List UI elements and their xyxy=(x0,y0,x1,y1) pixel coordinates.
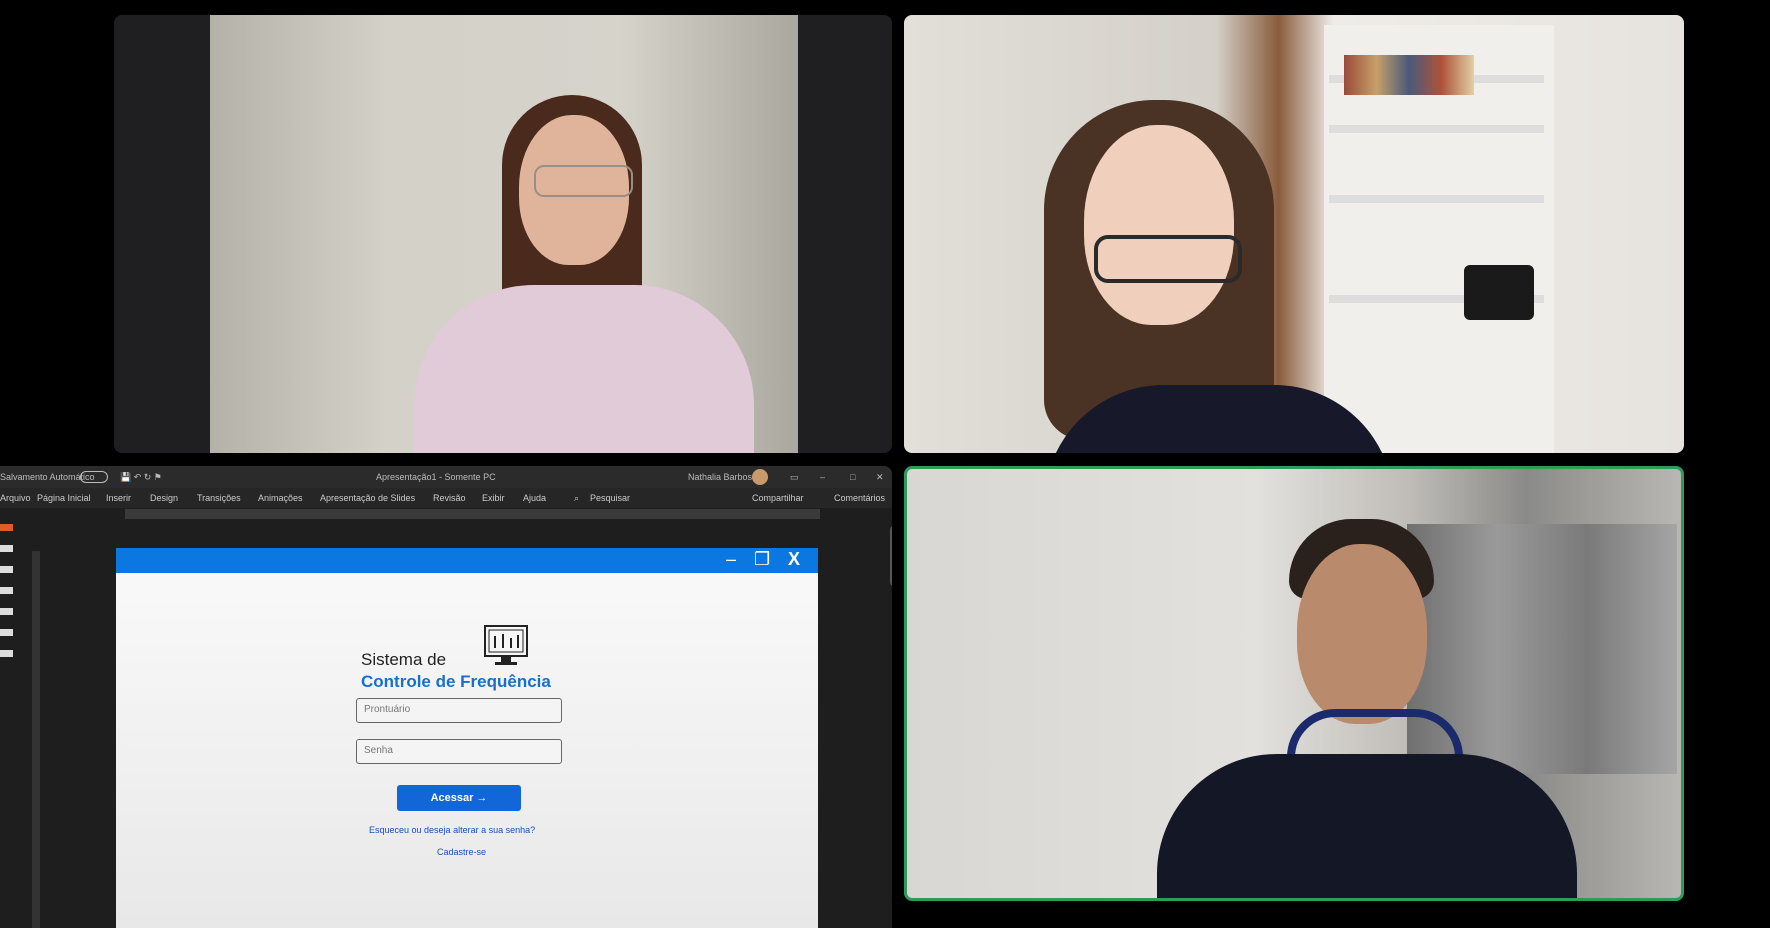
slide-thumbnails[interactable] xyxy=(0,524,14,671)
menu-item-pagina-inicial[interactable]: Página Inicial xyxy=(37,493,91,503)
screen-share-tile[interactable]: Salvamento Automático 💾 ↶ ↻ ⚑ Apresentaç… xyxy=(0,466,892,928)
prontuario-field[interactable]: Prontuário xyxy=(356,698,562,723)
video-tile-active-speaker[interactable] xyxy=(904,466,1684,901)
app-title-line1: Sistema de xyxy=(361,650,447,669)
close-icon[interactable]: ✕ xyxy=(876,472,884,483)
comments-button[interactable]: Comentários xyxy=(834,493,885,503)
menu-item-exibir[interactable]: Exibir xyxy=(482,493,505,503)
share-button[interactable]: Compartilhar xyxy=(752,493,804,503)
avatar[interactable] xyxy=(752,469,768,485)
document-title: Apresentação1 - Somente PC xyxy=(376,472,496,482)
powerpoint-titlebar: Salvamento Automático 💾 ↶ ↻ ⚑ Apresentaç… xyxy=(0,466,892,488)
search-label[interactable]: Pesquisar xyxy=(590,493,630,503)
login-app-mockup: – ❐ X Sistema de Controle de Frequência … xyxy=(116,548,818,928)
monitor-icon xyxy=(484,625,528,665)
menu-item-revisao[interactable]: Revisão xyxy=(433,493,466,503)
menu-item-inserir[interactable]: Inserir xyxy=(106,493,131,503)
maximize-icon[interactable]: ❐ xyxy=(754,549,770,570)
video-tile-participant-2[interactable] xyxy=(904,15,1684,453)
minimize-icon[interactable]: – xyxy=(820,472,825,482)
scrollbar[interactable] xyxy=(890,526,892,586)
user-name: Nathalia Barbosa xyxy=(688,472,758,482)
ribbon-menu: Arquivo Página Inicial Inserir Design Tr… xyxy=(0,488,892,508)
acessar-button[interactable]: Acessar → xyxy=(397,785,521,811)
close-icon[interactable]: X xyxy=(788,549,800,570)
menu-item-transicoes[interactable]: Transições xyxy=(197,493,241,503)
senha-field[interactable]: Senha xyxy=(356,739,562,764)
horizontal-ruler xyxy=(125,509,820,519)
menu-item-apresentacao[interactable]: Apresentação de Slides xyxy=(320,493,415,503)
signup-link[interactable]: Cadastre-se xyxy=(437,847,486,857)
video-tile-participant-1[interactable] xyxy=(114,15,892,453)
minimize-icon[interactable]: – xyxy=(726,549,736,570)
autosave-toggle[interactable] xyxy=(80,471,108,483)
maximize-icon[interactable]: □ xyxy=(850,472,855,482)
save-icon[interactable]: 💾 ↶ ↻ ⚑ xyxy=(120,472,162,483)
vertical-ruler xyxy=(32,551,40,928)
search-icon[interactable]: ⌕ xyxy=(574,493,579,504)
app-titlebar: – ❐ X xyxy=(116,548,818,573)
menu-item-ajuda[interactable]: Ajuda xyxy=(523,493,546,503)
menu-item-animacoes[interactable]: Animações xyxy=(258,493,303,503)
forgot-password-link[interactable]: Esqueceu ou deseja alterar a sua senha? xyxy=(369,825,535,835)
menu-item-design[interactable]: Design xyxy=(150,493,178,503)
minimize-icon[interactable]: ▭ xyxy=(790,472,799,483)
app-title-line2: Controle de Frequência xyxy=(361,672,551,691)
menu-item-arquivo[interactable]: Arquivo xyxy=(0,493,31,503)
